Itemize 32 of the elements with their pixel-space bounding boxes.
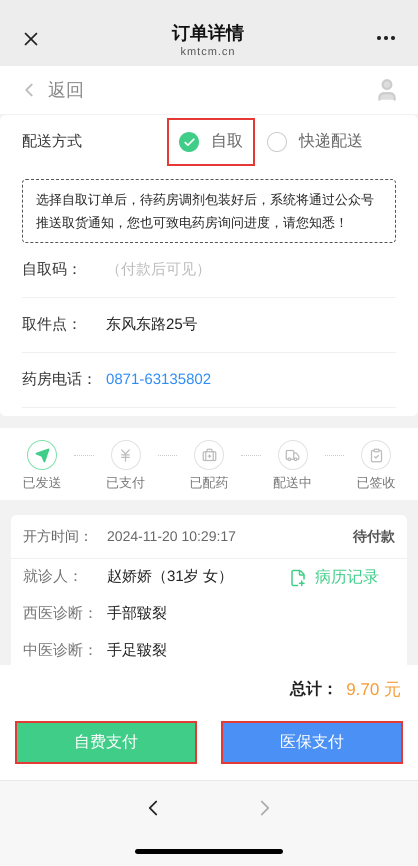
- field-value: 东风东路25号: [106, 314, 198, 335]
- step-label: 已支付: [106, 474, 145, 492]
- field-value: （付款后可见）: [106, 260, 211, 280]
- phone-link[interactable]: 0871-63135802: [106, 368, 212, 392]
- row-label: 就诊人：: [23, 567, 84, 588]
- field-label: 取件点：: [22, 314, 83, 335]
- row-value: 手部皲裂: [107, 604, 167, 624]
- step-label: 已配药: [190, 474, 228, 492]
- time-value: 2024-11-20 10:29:17: [107, 527, 236, 546]
- payment-button[interactable]: 自费支付: [15, 721, 197, 764]
- notice-text: 选择自取订单后，待药房调剂包装好后，系统将通过公众号推送取货通知，您也可致电药房询问进度，请您知悉！: [22, 179, 396, 243]
- total-amount: 9.70 元: [346, 679, 401, 702]
- back-button[interactable]: 返回: [18, 76, 84, 104]
- total-label: 总计：: [290, 680, 338, 700]
- page-title: 订单详情: [172, 22, 244, 44]
- row-value: 手足皲裂: [107, 641, 167, 662]
- payment-status: 待付款: [353, 527, 395, 546]
- delivery-option[interactable]: 快递配送: [255, 118, 375, 166]
- step-label: 已签收: [356, 474, 396, 492]
- row-value: 赵娇娇（31岁 女）: [107, 567, 233, 588]
- delivery-label: 配送方式: [22, 132, 83, 152]
- payment-button[interactable]: 医保支付: [221, 721, 403, 764]
- delivery-option[interactable]: 自取: [167, 118, 255, 166]
- medical-record-link[interactable]: 病历记录: [289, 566, 379, 590]
- time-label: 开方时间：: [23, 527, 94, 546]
- step-label: 配送中: [273, 474, 312, 492]
- step-label: 已发送: [22, 474, 62, 492]
- domain-text: kmtcm.cn: [180, 44, 236, 60]
- field-label: 药房电话：: [22, 370, 98, 390]
- row-label: 西医诊断：: [23, 604, 99, 624]
- field-label: 自取码：: [22, 260, 83, 280]
- row-label: 中医诊断：: [23, 641, 99, 662]
